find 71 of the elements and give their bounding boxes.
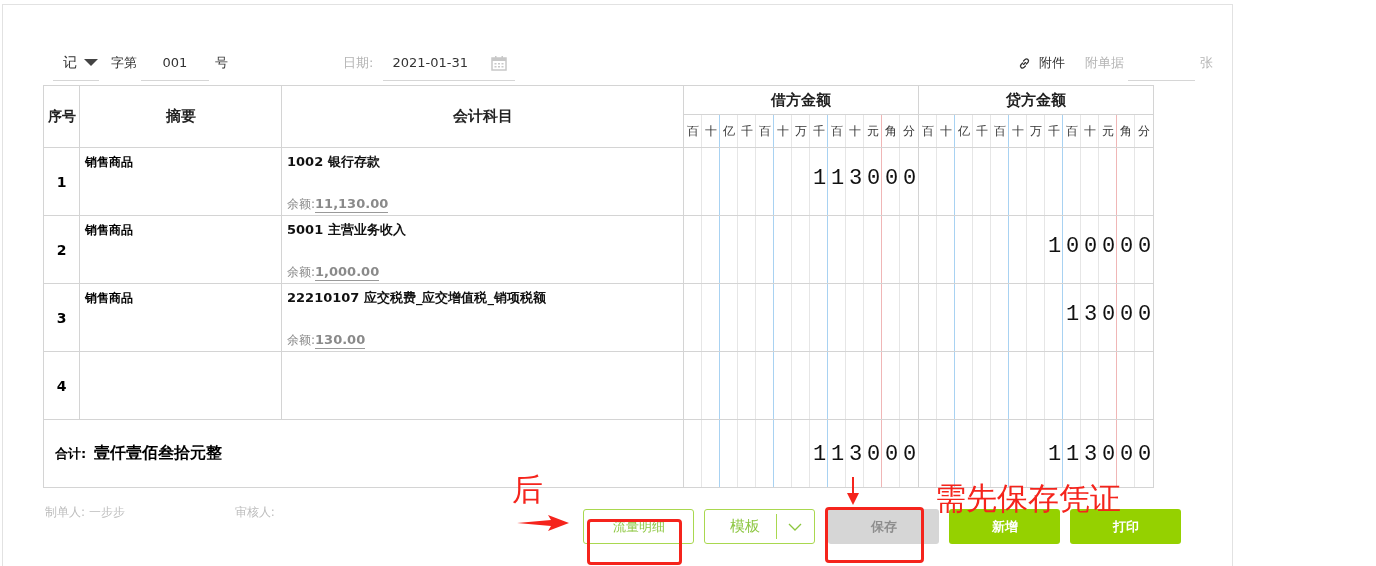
account-name: 5001 主营业务收入 xyxy=(287,221,407,239)
amount-text: 113000 xyxy=(813,442,921,468)
amount-text: 13000 xyxy=(1066,302,1156,328)
unit-label: 元 xyxy=(1099,115,1117,147)
unit-label: 千 xyxy=(973,115,991,147)
unit-label: 万 xyxy=(1027,115,1045,147)
balance-label: 余额: xyxy=(287,196,316,213)
template-split-button[interactable]: 模板 xyxy=(704,509,815,544)
column-header: 借方金额 xyxy=(683,85,919,115)
arrow-icon xyxy=(847,477,859,505)
word-label: 字第 xyxy=(111,54,137,72)
amount-text: 113000 xyxy=(813,166,921,192)
attachment-unit: 张 xyxy=(1200,54,1213,72)
column-header: 序号 xyxy=(43,85,80,148)
column-header: 贷方金额 xyxy=(918,85,1154,115)
row-number: 4 xyxy=(56,377,67,394)
total-in-words: 壹仟壹佰叁拾元整 xyxy=(94,443,223,462)
attachment-link[interactable]: 附件 xyxy=(1018,54,1065,72)
balance-value: 1,000.00 xyxy=(315,264,380,281)
reviewer-label: 审核人: xyxy=(234,504,275,521)
unit-label: 十 xyxy=(937,115,955,147)
voucher-number-field[interactable]: 001 xyxy=(141,45,209,81)
row-number: 1 xyxy=(56,173,67,190)
row-number: 2 xyxy=(56,241,67,258)
dropdown-caret-icon xyxy=(84,59,98,66)
chevron-down-icon[interactable] xyxy=(788,522,802,531)
unit-label: 元 xyxy=(864,115,882,147)
unit-label: 亿 xyxy=(720,115,738,147)
calendar-icon[interactable] xyxy=(491,54,508,71)
unit-label: 百 xyxy=(1063,115,1081,147)
balance-value: 130.00 xyxy=(315,332,366,349)
total-label: 合计: xyxy=(55,446,87,461)
unit-label: 千 xyxy=(1045,115,1063,147)
amount-text: 100000 xyxy=(1048,234,1156,260)
account-name: 1002 银行存款 xyxy=(287,153,381,171)
unit-label: 十 xyxy=(1009,115,1027,147)
column-header: 会计科目 xyxy=(281,85,684,148)
unit-label: 十 xyxy=(702,115,720,147)
date-field[interactable]: 2021-01-31 xyxy=(383,45,516,81)
unit-label: 十 xyxy=(774,115,792,147)
unit-label: 百 xyxy=(756,115,774,147)
summary-text: 销售商品 xyxy=(85,223,133,237)
attachment-count-label: 附单据 xyxy=(1085,54,1124,72)
unit-label: 千 xyxy=(810,115,828,147)
unit-label: 亿 xyxy=(955,115,973,147)
balance-label: 余额: xyxy=(287,332,316,349)
balance-value: 11,130.00 xyxy=(315,196,389,213)
balance-label: 余额: xyxy=(287,264,316,281)
voucher-type-dropdown[interactable]: 记 xyxy=(53,45,99,81)
unit-label: 百 xyxy=(991,115,1009,147)
row-number: 3 xyxy=(56,309,67,326)
unit-label: 万 xyxy=(792,115,810,147)
number-suffix: 号 xyxy=(215,54,228,72)
unit-label: 分 xyxy=(902,123,916,140)
unit-label: 十 xyxy=(1081,115,1099,147)
unit-label: 百 xyxy=(828,115,846,147)
unit-label: 角 xyxy=(1117,115,1135,147)
annotation-text: 后 xyxy=(512,474,543,505)
summary-text: 销售商品 xyxy=(85,155,133,169)
summary-text: 销售商品 xyxy=(85,291,133,305)
account-name: 22210107 应交税费_应交增值税_销项税额 xyxy=(287,289,547,307)
date-label: 日期: xyxy=(343,54,374,72)
link-icon xyxy=(1018,56,1031,70)
unit-label: 角 xyxy=(882,115,900,147)
unit-label: 十 xyxy=(846,115,864,147)
amount-text: 113000 xyxy=(1048,442,1156,468)
column-header: 摘要 xyxy=(79,85,282,148)
unit-label: 百 xyxy=(684,115,702,147)
unit-label: 分 xyxy=(1137,123,1151,140)
unit-label: 千 xyxy=(738,115,756,147)
unit-label: 百 xyxy=(919,115,937,147)
